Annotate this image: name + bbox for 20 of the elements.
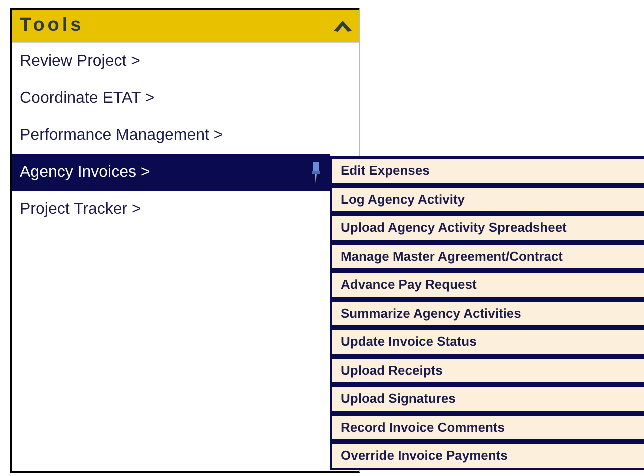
- submenu-item[interactable]: Upload Agency Activity Spreadsheet: [330, 213, 644, 242]
- menu-item[interactable]: Coordinate ETAT >: [12, 80, 330, 117]
- submenu-item[interactable]: Advance Pay Request: [330, 270, 644, 298]
- submenu-item[interactable]: Record Invoice Comments: [330, 412, 644, 441]
- menu-item[interactable]: Performance Management >: [12, 117, 330, 154]
- caret-up-icon[interactable]: [333, 19, 353, 33]
- menu-item[interactable]: Project Tracker >: [12, 191, 330, 228]
- pin-icon[interactable]: [312, 162, 320, 184]
- panel-header[interactable]: Tools: [12, 10, 359, 43]
- submenu-item[interactable]: Summarize Agency Activities: [330, 298, 644, 327]
- submenu-item[interactable]: Upload Signatures: [330, 384, 644, 412]
- menu-item[interactable]: Review Project >: [12, 43, 330, 80]
- submenu-item[interactable]: Manage Master Agreement/Contract: [330, 242, 644, 270]
- panel-title: Tools: [20, 15, 84, 37]
- submenu-item[interactable]: Update Invoice Status: [330, 327, 644, 356]
- submenu-item[interactable]: Upload Receipts: [330, 356, 644, 384]
- menu-item[interactable]: Agency Invoices >: [12, 154, 330, 191]
- submenu-item[interactable]: Edit Expenses: [330, 156, 644, 184]
- submenu-item[interactable]: Override Invoice Payments: [330, 441, 644, 470]
- submenu-item[interactable]: Log Agency Activity: [330, 184, 644, 213]
